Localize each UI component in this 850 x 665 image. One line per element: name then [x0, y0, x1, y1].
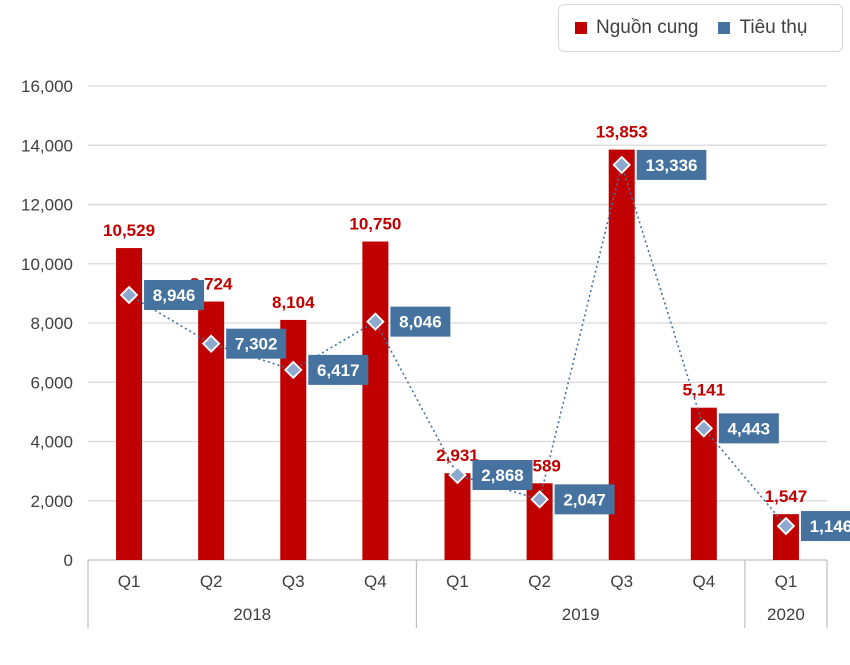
y-tick-label: 12,000: [21, 196, 73, 215]
x-tick-label: Q3: [282, 572, 305, 591]
legend: Nguồn cung Tiêu thụ: [558, 4, 843, 52]
x-tick-label: Q4: [364, 572, 387, 591]
y-tick-label: 0: [64, 551, 73, 570]
consumption-value-label: 4,443: [728, 419, 771, 438]
legend-label-supply: Nguồn cung: [596, 17, 699, 38]
x-tick-label: Q3: [610, 572, 633, 591]
y-tick-label: 8,000: [30, 314, 73, 333]
supply-value-label: 10,529: [103, 221, 155, 240]
supply-bars: [116, 149, 799, 561]
group-label: 2018: [233, 605, 271, 624]
consumption-value-label: 2,868: [481, 466, 524, 485]
consumption-value-label: 7,302: [235, 335, 278, 354]
legend-entry-consumption: Tiêu thụ: [718, 17, 807, 39]
consumption-value-label: 6,417: [317, 361, 360, 380]
legend-entry-supply: Nguồn cung: [575, 17, 698, 39]
y-tick-label: 14,000: [21, 136, 73, 155]
supply-value-label: 5,141: [683, 381, 726, 400]
y-tick-label: 2,000: [30, 492, 73, 511]
supply-value-label: 13,853: [596, 123, 648, 142]
legend-label-consumption: Tiêu thụ: [739, 17, 808, 38]
consumption-value-label: 8,046: [399, 313, 442, 332]
y-tick-label: 6,000: [30, 373, 73, 392]
supply-value-label: 1,547: [765, 487, 808, 506]
x-tick-label: Q1: [775, 572, 798, 591]
consumption-value-label: 13,336: [646, 156, 698, 175]
x-tick-label: Q1: [446, 572, 469, 591]
consumption-value-label: 1,146: [810, 517, 850, 536]
group-label: 2019: [562, 605, 600, 624]
supply-value-label: 2,931: [436, 446, 479, 465]
x-tick-label: Q4: [692, 572, 715, 591]
x-tick-label: Q2: [200, 572, 223, 591]
x-tick-label: Q1: [118, 572, 141, 591]
supply-bar: [444, 473, 471, 560]
y-tick-label: 16,000: [21, 77, 73, 96]
legend-swatch-supply: [575, 22, 587, 34]
consumption-value-label: 8,946: [153, 286, 196, 305]
consumption-value-label: 2,047: [563, 490, 606, 509]
y-tick-label: 4,000: [30, 433, 73, 452]
group-label: 2020: [767, 605, 805, 624]
supply-bar: [362, 241, 389, 560]
supply-value-label: 10,750: [349, 215, 401, 234]
chart-svg: 0 2,000 4,000 6,000 8,000 10,000 12,000 14,000 1…: [21, 77, 850, 628]
legend-swatch-consumption: [718, 22, 731, 34]
supply-value-label: 8,104: [272, 293, 315, 312]
y-tick-label: 10,000: [21, 255, 73, 274]
x-tick-label: Q2: [528, 572, 551, 591]
